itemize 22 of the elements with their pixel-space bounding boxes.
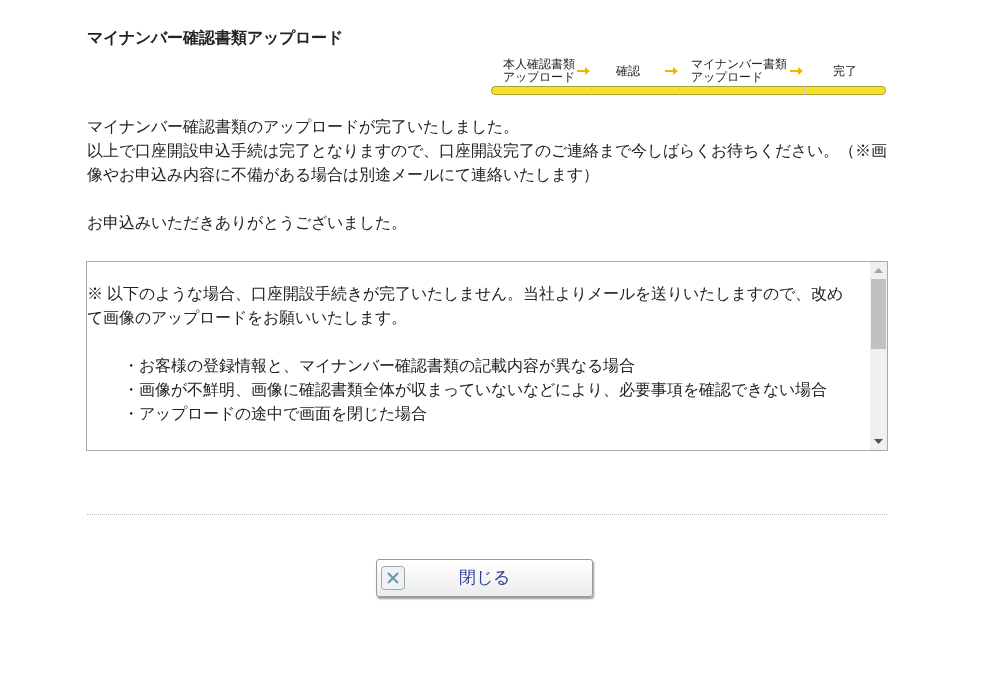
arrow-icon (790, 67, 803, 75)
step-label: 本人確認書類アップロード (503, 58, 576, 84)
scrollbar[interactable] (870, 262, 887, 450)
step-label: 完了 (832, 64, 858, 78)
notice-item: ・アップロードの途中で画面を閉じた場合 (122, 404, 428, 424)
scroll-up-icon[interactable] (874, 268, 883, 273)
notice-scroll-box[interactable]: ※ 以下のような場合、口座開設手続きが完了いたしません。当社よりメールを送りいたしますので、改めて画像のアップロードをお願いいたします。 ・お客様の登録情報と、マイナンバー確認書類の記載内容が異なる場合 ・画像が不鮮明、画像に確認書類全体が収まっていないなどにより、必要事項を確認できない場合 ・アップロードの途中で画面を閉じた場合 (86, 261, 888, 451)
step-label: 確認 (615, 64, 641, 78)
message-text: 以上で口座開設申込手続は完了となりますので、口座開設完了のご連絡まで今しばらくお待ちください。（※画像やお申込み内容に不備がある場合は別途メールにて連絡いたします） (87, 141, 887, 185)
scroll-down-icon[interactable] (874, 439, 883, 444)
arrow-icon (665, 67, 678, 75)
notice-item: ・画像が不鮮明、画像に確認書類全体が収まっていないなどにより、必要事項を確認できない場合 (122, 380, 828, 400)
step-label: マイナンバー書類アップロード (691, 58, 788, 84)
message-text: マイナンバー確認書類のアップロードが完了いたしました。 (87, 117, 520, 137)
notice-item: ・お客様の登録情報と、マイナンバー確認書類の記載内容が異なる場合 (122, 356, 636, 376)
message-text: お申込みいただきありがとうございました。 (87, 213, 408, 233)
arrow-icon (577, 67, 590, 75)
notice-text: ※ 以下のような場合、口座開設手続きが完了いたしません。当社よりメールを送りいたしますので、改めて画像のアップロードをお願いいたします。 (87, 284, 845, 328)
scrollbar-thumb[interactable] (871, 279, 886, 349)
close-icon (381, 566, 405, 590)
close-button[interactable]: 閉じる (376, 559, 593, 597)
page-title: マイナンバー確認書類アップロード (87, 28, 344, 48)
